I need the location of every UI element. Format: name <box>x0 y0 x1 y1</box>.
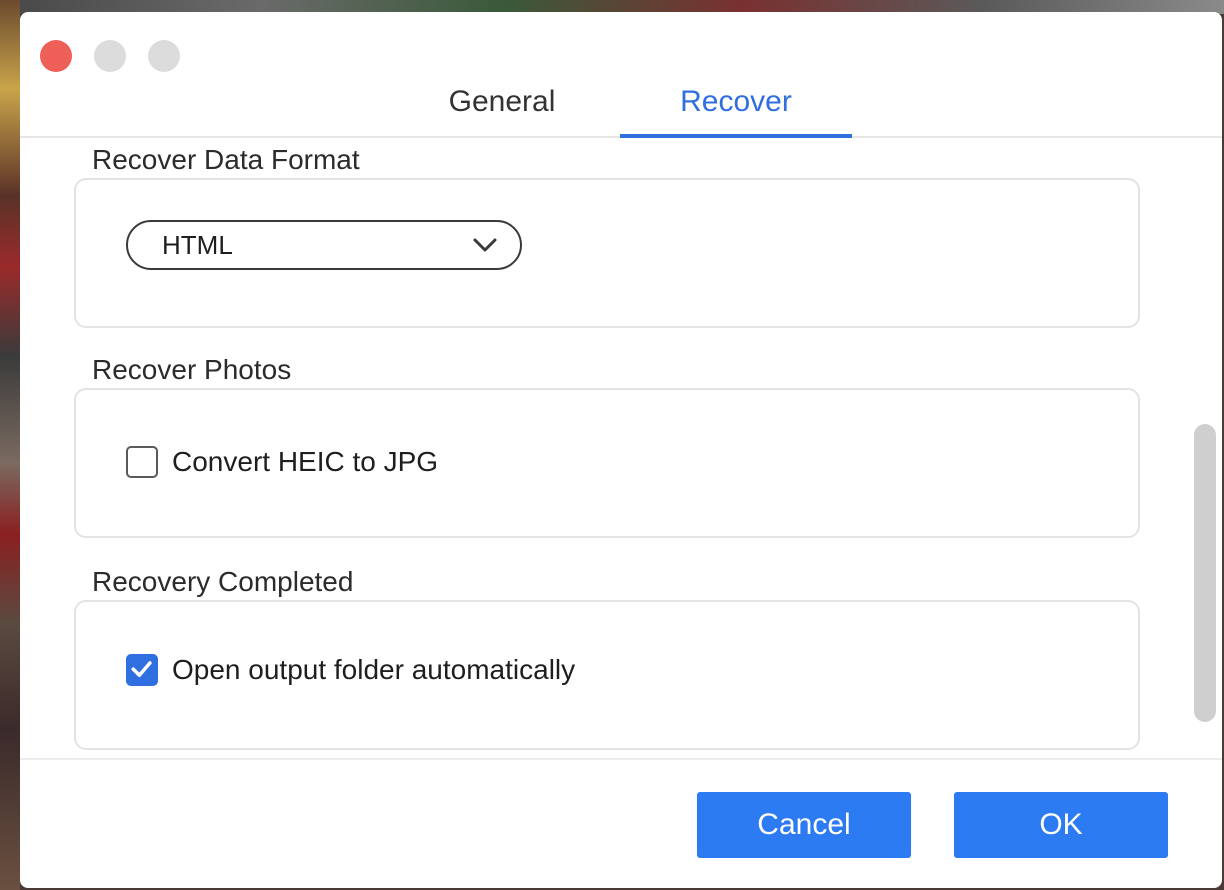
active-tab-indicator <box>620 134 852 138</box>
close-window-button[interactable] <box>40 40 72 72</box>
footer-divider <box>20 758 1222 760</box>
data-format-select[interactable]: HTML <box>126 220 522 270</box>
tab-bar: General Recover <box>20 72 1222 138</box>
recover-photos-panel: Convert HEIC to JPG <box>74 388 1140 538</box>
convert-heic-label: Convert HEIC to JPG <box>172 446 439 477</box>
recover-data-format-panel: HTML <box>74 178 1140 328</box>
preferences-dialog: General Recover Recover Data Format HTML… <box>20 12 1222 888</box>
recovery-completed-panel: Open output folder automatically <box>74 600 1140 750</box>
vertical-scrollbar-thumb[interactable] <box>1194 424 1216 722</box>
open-output-folder-label: Open output folder automatically <box>172 654 576 685</box>
recover-photos-title: Recover Photos <box>92 354 292 385</box>
tab-general[interactable]: General <box>432 72 572 136</box>
open-output-folder-checkbox[interactable] <box>126 654 158 686</box>
checkmark-icon <box>131 661 152 677</box>
data-format-selected-value: HTML <box>162 230 233 260</box>
tab-general-label: General <box>448 85 556 118</box>
tab-recover[interactable]: Recover <box>620 72 852 138</box>
minimize-window-button[interactable] <box>94 40 126 72</box>
convert-heic-checkbox[interactable] <box>126 446 158 478</box>
tab-recover-label: Recover <box>680 85 792 118</box>
zoom-window-button[interactable] <box>148 40 180 72</box>
ok-button[interactable]: OK <box>954 792 1168 858</box>
recovery-completed-title: Recovery Completed <box>92 566 354 597</box>
chevron-down-icon <box>473 238 497 252</box>
recover-data-format-title: Recover Data Format <box>92 144 360 175</box>
background-photo-left <box>0 0 20 890</box>
cancel-button[interactable]: Cancel <box>697 792 911 858</box>
